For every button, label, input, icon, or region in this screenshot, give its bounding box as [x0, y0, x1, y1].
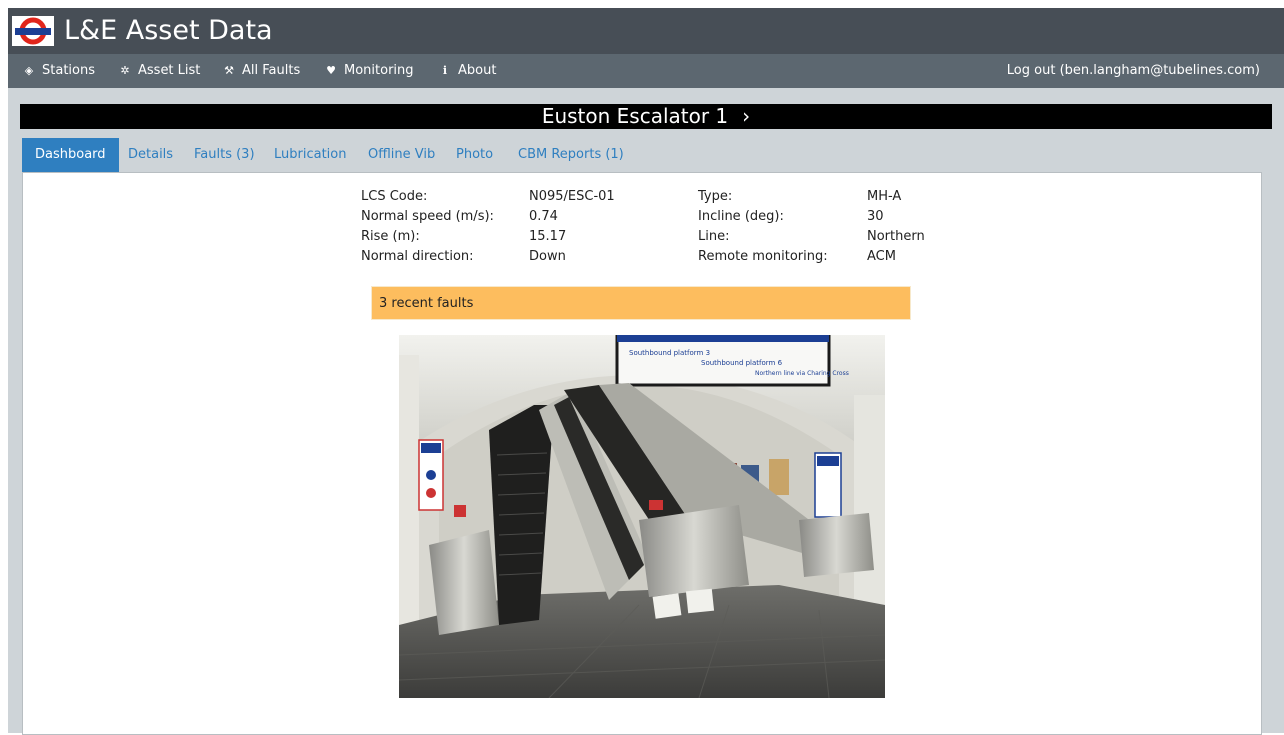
- sign-text: Northern line via Charing Cross: [755, 370, 849, 377]
- tab-dashboard[interactable]: Dashboard: [22, 138, 119, 172]
- info-value: 30: [867, 209, 884, 224]
- london-underground-roundel-icon: [12, 16, 54, 46]
- app-title: L&E Asset Data: [64, 15, 273, 46]
- nav-monitoring[interactable]: ♥ Monitoring: [324, 54, 414, 88]
- info-icon: i: [442, 64, 448, 77]
- logout-link[interactable]: Log out (ben.langham@tubelines.com): [1007, 54, 1260, 88]
- tab-cbm-reports[interactable]: CBM Reports (1): [518, 138, 624, 172]
- info-label: Remote monitoring:: [698, 249, 828, 264]
- info-label: LCS Code:: [361, 189, 428, 204]
- next-asset-chevron-icon[interactable]: ›: [742, 104, 750, 128]
- escalator-photo[interactable]: Southbound platform 3 Southbound platfor…: [399, 335, 885, 698]
- recent-faults-alert[interactable]: 3 recent faults: [371, 286, 911, 320]
- nav-all-faults[interactable]: ⚒ All Faults: [222, 54, 300, 88]
- tab-photo[interactable]: Photo: [456, 138, 493, 172]
- nav-about-label: About: [458, 63, 497, 78]
- info-value: Down: [529, 249, 566, 264]
- asset-title-bar: Euston Escalator 1 ›: [20, 104, 1272, 129]
- info-label: Normal direction:: [361, 249, 474, 264]
- sign-text: Southbound platform 6: [701, 359, 783, 367]
- info-label: Rise (m):: [361, 229, 420, 244]
- info-value: Northern: [867, 229, 925, 244]
- info-label: Normal speed (m/s):: [361, 209, 494, 224]
- info-label: Incline (deg):: [698, 209, 784, 224]
- escalator-photo-illustration: Southbound platform 3 Southbound platfor…: [399, 335, 885, 698]
- wrench-icon: ⚒: [224, 64, 234, 77]
- heartbeat-icon: ♥: [326, 64, 336, 77]
- info-label: Type:: [698, 189, 733, 204]
- cube-icon: ◈: [24, 64, 34, 77]
- info-value: 0.74: [529, 209, 558, 224]
- tab-details[interactable]: Details: [128, 138, 173, 172]
- dashboard-panel: LCS Code: Normal speed (m/s): Rise (m): …: [22, 172, 1262, 735]
- nav-asset-list[interactable]: ✲ Asset List: [118, 54, 200, 88]
- nav-asset-list-label: Asset List: [138, 63, 201, 78]
- tab-offline-vib[interactable]: Offline Vib: [368, 138, 435, 172]
- main-nav: ◈ Stations ✲ Asset List ⚒ All Faults ♥ Monit…: [8, 54, 1284, 88]
- nav-all-faults-label: All Faults: [242, 63, 301, 78]
- nav-monitoring-label: Monitoring: [344, 63, 414, 78]
- tab-faults[interactable]: Faults (3): [194, 138, 255, 172]
- info-value: MH-A: [867, 189, 902, 204]
- nav-stations-label: Stations: [42, 63, 95, 78]
- title-bar: L&E Asset Data: [8, 8, 1284, 54]
- tab-lubrication[interactable]: Lubrication: [274, 138, 346, 172]
- info-value: ACM: [867, 249, 896, 264]
- info-value: N095/ESC-01: [529, 189, 615, 204]
- asset-title: Euston Escalator 1: [541, 104, 729, 128]
- info-value: 15.17: [529, 229, 567, 244]
- gear-icon: ✲: [120, 64, 130, 77]
- app-frame: L&E Asset Data ◈ Stations ✲ Asset List ⚒ Al…: [8, 8, 1284, 735]
- info-label: Line:: [698, 229, 730, 244]
- sign-text: Southbound platform 3: [629, 349, 710, 357]
- nav-about[interactable]: i About: [438, 54, 497, 88]
- nav-stations[interactable]: ◈ Stations: [22, 54, 95, 88]
